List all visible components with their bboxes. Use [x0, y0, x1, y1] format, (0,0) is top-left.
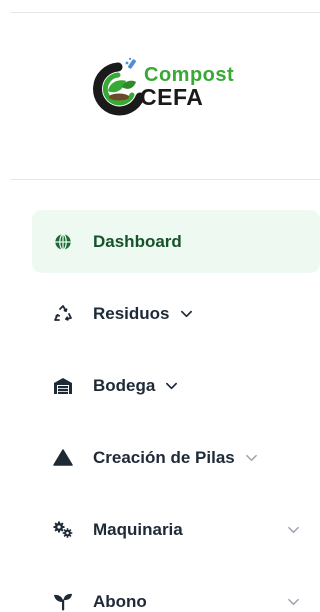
sidebar-item-abono[interactable]: Abono	[32, 570, 320, 612]
mountain-icon	[52, 447, 74, 469]
globe-icon	[52, 231, 74, 253]
sidebar-item-dashboard[interactable]: Dashboard	[32, 210, 320, 273]
sidebar-item-bodega[interactable]: Bodega	[32, 354, 320, 417]
sidebar-item-label: Maquinaria	[93, 519, 183, 539]
top-divider	[10, 12, 320, 13]
sidebar-item-label: Bodega	[93, 375, 156, 395]
sidebar-item-label: Dashboard	[93, 231, 182, 251]
sidebar-item-label: Creación de Pilas	[93, 447, 235, 467]
logo-text-compost: Compost	[144, 64, 235, 86]
warehouse-icon	[52, 375, 74, 397]
sidebar-item-label: Abono	[93, 591, 147, 611]
chevron-down-icon	[245, 451, 259, 465]
compost-leaf-icon	[93, 57, 144, 116]
chevron-down-icon	[287, 523, 301, 537]
chevron-down-icon	[180, 307, 194, 321]
sidebar-item-maquinaria[interactable]: Maquinaria	[32, 498, 320, 561]
sidebar-item-residuos[interactable]: Residuos	[32, 282, 320, 345]
chevron-down-icon	[165, 379, 179, 393]
recycle-icon	[52, 303, 74, 325]
gears-icon	[52, 519, 74, 541]
sidebar-item-creacion-de-pilas[interactable]: Creación de Pilas	[32, 426, 320, 489]
seedling-icon	[52, 591, 74, 612]
mid-divider	[10, 179, 320, 180]
sidebar-item-label: Residuos	[93, 303, 170, 323]
chevron-down-icon	[287, 595, 301, 609]
sidebar-nav: Dashboard Residuos Bodega Creación de Pi…	[32, 210, 320, 612]
logo-text-cefa: CEFA	[140, 84, 204, 110]
compost-cefa-logo[interactable]: Compost CEFA	[92, 55, 264, 123]
